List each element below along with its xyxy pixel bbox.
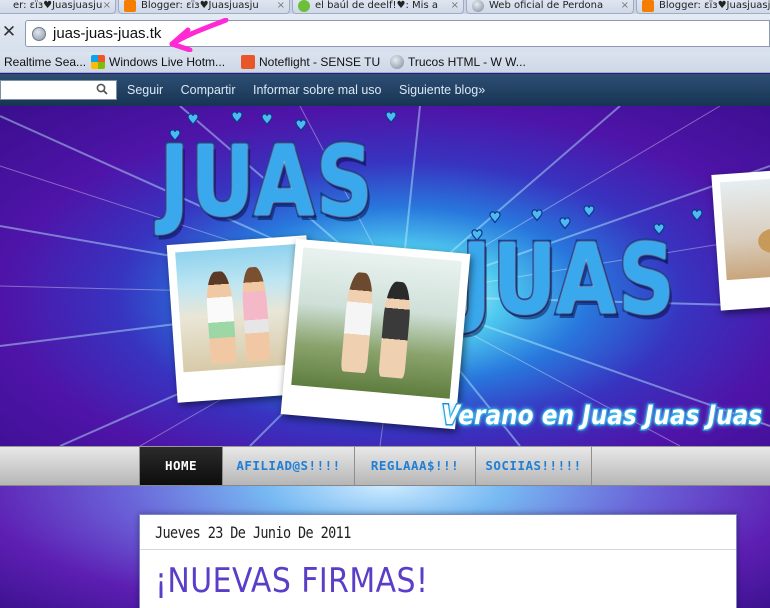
tab-4-label: Web oficial de Perdona: [489, 0, 604, 11]
tab-1-close-icon[interactable]: ×: [103, 0, 111, 12]
polaroid-photo-right: [711, 169, 770, 311]
photo-figure: [757, 227, 770, 254]
header-word-juas-top: JUAS: [158, 124, 375, 242]
stop-loading-button[interactable]: ✕: [0, 22, 18, 42]
follow-link[interactable]: Seguir: [127, 83, 163, 97]
menu-item-afiliados[interactable]: AFILIAD@S!!!!: [222, 447, 354, 485]
tab-1-label: er: ɛïɜ♥Juasjuasju: [13, 0, 103, 11]
tab-strip: er: ɛïɜ♥Juasjuasju × Blogger: ɛïɜ♥Juasju…: [0, 0, 770, 14]
tab-5-blogger-icon: [642, 0, 654, 12]
bookmark-trucos-html[interactable]: Trucos HTML - W W...: [390, 54, 526, 71]
post-date: Jueves 23 De Junio De 2011: [155, 524, 351, 543]
tab-2-label: Blogger: ɛïɜ♥Juasjuasju: [141, 0, 259, 11]
photo-figure: [204, 270, 238, 365]
menu-item-home[interactable]: HOME: [139, 447, 222, 485]
url-text[interactable]: juas-juas-juas.tk: [53, 25, 161, 42]
blog-search-input[interactable]: [0, 80, 117, 100]
blog-header-banner: JUAS JUAS Verano en Juas Juas Juas: [0, 106, 770, 446]
bookmark-windows-live-label: Windows Live Hotm...: [109, 55, 226, 69]
search-icon[interactable]: [96, 83, 108, 95]
bookmark-noteflight[interactable]: Noteflight - SENSE TU: [241, 54, 380, 71]
bookmark-windows-live[interactable]: Windows Live Hotm...: [91, 54, 225, 71]
bookmark-realtime-label: Realtime Sea...: [4, 55, 87, 69]
post-title[interactable]: ¡NUEVAS FIRMAS!: [155, 561, 428, 601]
tab-5[interactable]: Blogger: ɛïɜ♥Juasjuasj: [636, 0, 770, 14]
tab-3-label: el baúl de deelf!♥: Mis a: [315, 0, 438, 11]
photo-field-image: [291, 247, 462, 399]
menu-item-socias[interactable]: SOCIIAS!!!!!: [475, 447, 592, 485]
windows-logo-icon: [91, 55, 105, 69]
blogger-navbar: Seguir Compartir Informar sobre mal uso …: [0, 74, 770, 106]
share-link[interactable]: Compartir: [181, 83, 236, 97]
tab-4-globe-icon: [472, 0, 484, 12]
photo-figure: [240, 266, 271, 362]
tab-3[interactable]: el baúl de deelf!♥: Mis a ×: [292, 0, 464, 14]
address-bar[interactable]: juas-juas-juas.tk: [25, 20, 770, 47]
bookmark-realtime[interactable]: Realtime Sea...: [4, 54, 86, 71]
blog-post: Jueves 23 De Junio De 2011 ¡NUEVAS FIRMA…: [139, 514, 737, 608]
header-word-juas-bottom: JUAS: [460, 222, 677, 340]
header-tagline: Verano en Juas Juas Juas: [441, 399, 764, 433]
tab-3-close-icon[interactable]: ×: [451, 0, 459, 12]
browser-toolbar: ✕ juas-juas-juas.tk: [0, 14, 770, 53]
tab-4-close-icon[interactable]: ×: [621, 0, 629, 12]
bookmarks-bar: Realtime Sea... Windows Live Hotm... Not…: [0, 52, 770, 73]
tab-1[interactable]: er: ɛïɜ♥Juasjuasju ×: [0, 0, 116, 14]
next-blog-link[interactable]: Siguiente blog»: [399, 83, 485, 97]
tab-2-close-icon[interactable]: ×: [277, 0, 285, 12]
noteflight-icon: [241, 55, 255, 69]
bookmark-noteflight-label: Noteflight - SENSE TU: [259, 55, 381, 69]
tab-3-green-leaf-icon: [298, 0, 310, 12]
tab-2[interactable]: Blogger: ɛïɜ♥Juasjuasju ×: [118, 0, 290, 14]
blog-menu: HOME AFILIAD@S!!!! REGLAAA$!!! SOCIIAS!!…: [0, 446, 770, 486]
report-abuse-link[interactable]: Informar sobre mal uso: [253, 83, 382, 97]
menu-item-reglas[interactable]: REGLAAA$!!!: [354, 447, 475, 485]
globe-icon: [390, 55, 404, 69]
globe-icon: [32, 27, 46, 41]
photo-figure: [378, 280, 413, 379]
tab-5-label: Blogger: ɛïɜ♥Juasjuasj: [659, 0, 770, 11]
blog-body: Jueves 23 De Junio De 2011 ¡NUEVAS FIRMA…: [0, 486, 770, 608]
post-divider: [140, 549, 736, 550]
photo-figure: [340, 271, 376, 374]
navbar-links: Seguir Compartir Informar sobre mal uso …: [127, 83, 499, 97]
photo-right-image: [719, 177, 770, 281]
tab-2-blogger-icon: [124, 0, 136, 12]
bookmark-trucos-html-label: Trucos HTML - W W...: [408, 55, 526, 69]
tab-4[interactable]: Web oficial de Perdona ×: [466, 0, 634, 14]
